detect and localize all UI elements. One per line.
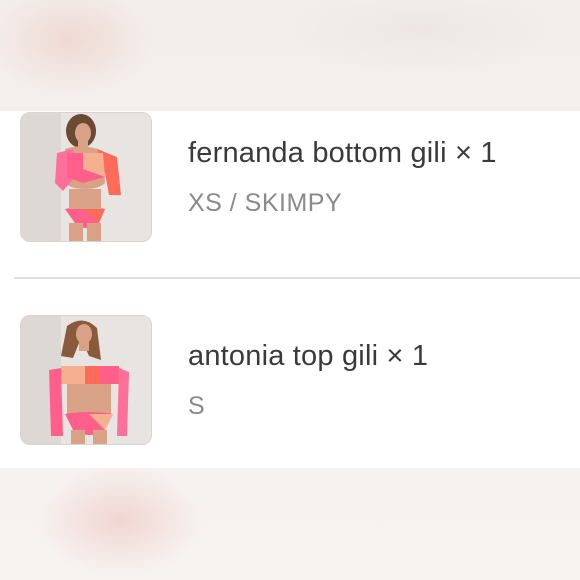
product-thumbnail-antonia[interactable] [20,315,152,445]
product-variant: S [188,392,206,420]
product-title[interactable]: antonia top gili × 1 [188,340,428,373]
product-name: antonia top gili [188,340,379,372]
product-quantity: × 1 [386,340,429,372]
product-quantity: × 1 [454,137,497,169]
product-thumbnail-fernanda[interactable] [20,112,152,242]
item-divider [14,277,580,279]
order-summary-card: fernanda bottom gili × 1 XS / SKIMPY ant… [0,111,580,468]
product-name: fernanda bottom gili [188,137,447,169]
product-variant: XS / SKIMPY [188,189,343,217]
product-photo-icon [21,316,151,444]
product-title[interactable]: fernanda bottom gili × 1 [188,137,497,170]
product-photo-icon [21,113,151,241]
